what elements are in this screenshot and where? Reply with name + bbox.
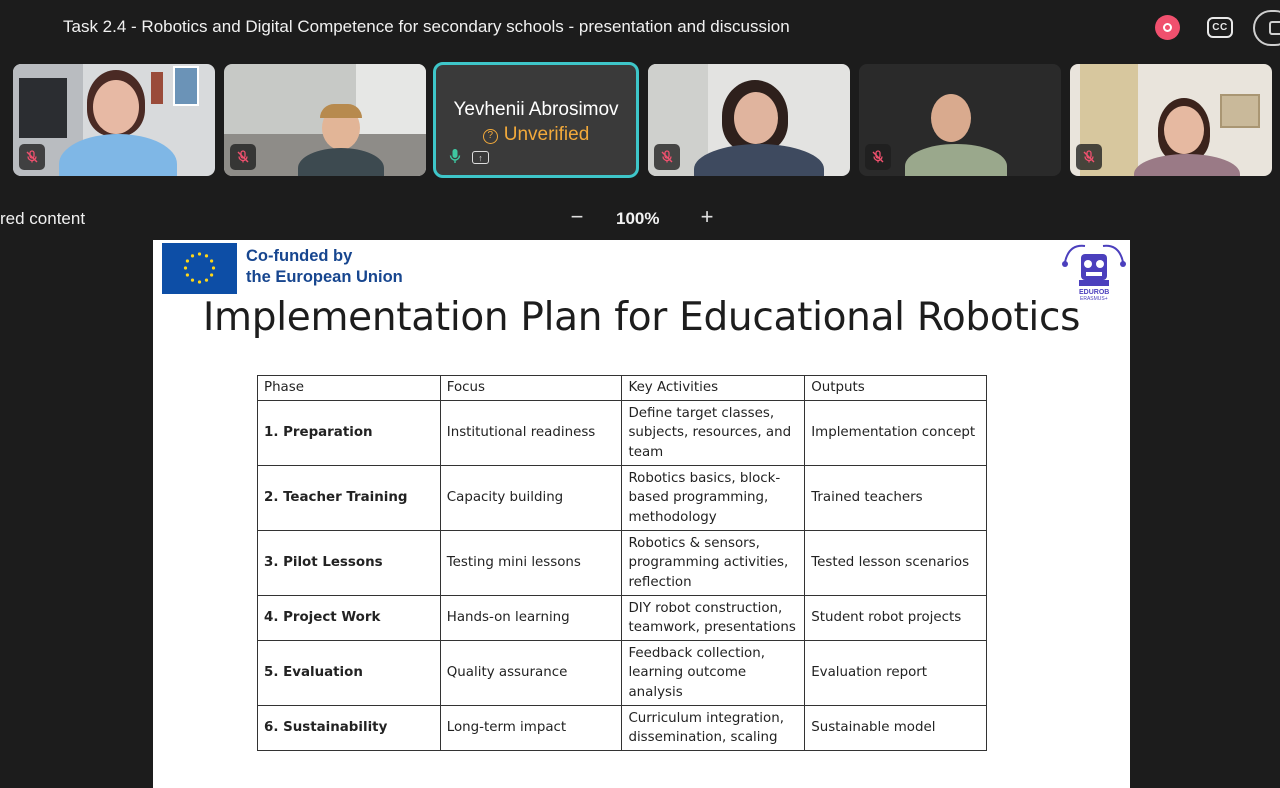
shared-slide: Co-funded by the European Union EDUROB E… (153, 240, 1130, 788)
person-torso (905, 144, 1007, 176)
table-row: 5. Evaluation Quality assurance Feedback… (257, 640, 987, 706)
person-head (931, 94, 971, 142)
mic-off-indicator (1076, 144, 1102, 170)
poster-shape (173, 66, 199, 106)
person-head (734, 92, 778, 144)
column-header: Focus (439, 375, 623, 401)
table-row: 6. Sustainability Long-term impact Curri… (257, 705, 987, 751)
table-row: 3. Pilot Lessons Testing mini lessons Ro… (257, 530, 987, 596)
focus-cell: Hands-on learning (439, 595, 623, 641)
question-icon: ? (482, 129, 498, 144)
participant-name: Yevhenii Abrosimov (453, 99, 619, 120)
zoom-in-button[interactable]: + (696, 204, 718, 230)
person-torso (694, 144, 824, 176)
table-row: 4. Project Work Hands-on learning DIY ro… (257, 595, 987, 641)
mic-off-indicator (230, 144, 256, 170)
phase-cell: 4. Project Work (257, 595, 441, 641)
participant-strip: Yevhenii Abrosimov ? Unverified ↑ (0, 62, 1280, 180)
eu-flag-icon (162, 243, 237, 294)
phase-cell: 3. Pilot Lessons (257, 530, 441, 596)
record-button[interactable] (1155, 15, 1180, 40)
mic-off-icon (237, 150, 249, 163)
phase-cell: 1. Preparation (257, 400, 441, 466)
participant-tile[interactable] (1070, 64, 1272, 176)
more-options-icon (1269, 21, 1280, 35)
activities-cell: DIY robot construction, teamwork, presen… (621, 595, 806, 641)
verification-status: ? Unverified (436, 124, 636, 146)
screen-share-icon: ↑ (472, 151, 489, 164)
funding-line-2: the European Union (246, 268, 403, 286)
column-header: Phase (257, 375, 441, 401)
participant-tile[interactable] (648, 64, 850, 176)
focus-cell: Institutional readiness (439, 400, 623, 466)
implementation-plan-table: Phase Focus Key Activities Outputs 1. Pr… (257, 375, 987, 751)
outputs-cell: Tested lesson scenarios (804, 530, 987, 596)
mic-off-indicator (865, 144, 891, 170)
outputs-cell: Evaluation report (804, 640, 987, 706)
record-icon (1163, 23, 1172, 32)
mic-off-indicator (654, 144, 680, 170)
person-torso (1134, 154, 1240, 176)
outputs-cell: Student robot projects (804, 595, 987, 641)
closed-captions-button[interactable]: CC (1207, 17, 1233, 38)
activities-cell: Robotics basics, block-based programming… (621, 465, 806, 531)
column-header: Key Activities (621, 375, 806, 401)
activities-cell: Define target classes, subjects, resourc… (621, 400, 806, 466)
focus-cell: Capacity building (439, 465, 623, 531)
closed-captions-icon: CC (1212, 22, 1228, 33)
funding-line-1: Co-funded by (246, 247, 353, 265)
unverified-label: Unverified (503, 124, 590, 145)
shared-content-label: red content (0, 209, 86, 228)
activities-cell: Curriculum integration, dissemination, s… (621, 705, 806, 751)
slide-title: Implementation Plan for Educational Robo… (202, 295, 1081, 340)
top-bar: Task 2.4 - Robotics and Digital Competen… (0, 0, 1280, 56)
focus-cell: Testing mini lessons (439, 530, 623, 596)
more-options-button[interactable] (1253, 10, 1280, 46)
mic-off-icon (661, 150, 673, 163)
phase-cell: 5. Evaluation (257, 640, 441, 706)
zoom-level: 100% (616, 209, 660, 228)
meeting-title: Task 2.4 - Robotics and Digital Competen… (63, 17, 790, 36)
focus-cell: Quality assurance (439, 640, 623, 706)
phase-cell: 6. Sustainability (257, 705, 441, 751)
participant-tile[interactable] (224, 64, 426, 176)
phase-cell: 2. Teacher Training (257, 465, 441, 531)
person-head (93, 80, 139, 134)
activities-cell: Robotics & sensors, programming activiti… (621, 530, 806, 596)
outputs-cell: Implementation concept (804, 400, 987, 466)
outputs-cell: Sustainable model (804, 705, 987, 751)
table-row: 1. Preparation Institutional readiness D… (257, 400, 987, 466)
person-head (1164, 106, 1204, 154)
table-row: 2. Teacher Training Capacity building Ro… (257, 465, 987, 531)
mic-off-icon (872, 150, 884, 163)
participant-tile[interactable] (859, 64, 1061, 176)
outputs-cell: Trained teachers (804, 465, 987, 531)
mic-off-indicator (19, 144, 45, 170)
mic-off-icon (26, 150, 38, 163)
table-header-row: Phase Focus Key Activities Outputs (257, 375, 987, 401)
window-shape (19, 78, 67, 138)
column-header: Outputs (804, 375, 987, 401)
mic-on-icon (449, 149, 461, 163)
mic-off-icon (1083, 150, 1095, 163)
funding-statement: Co-funded by the European Union (246, 246, 403, 288)
zoom-out-button[interactable]: − (566, 204, 588, 230)
participant-tile-active[interactable]: Yevhenii Abrosimov ? Unverified ↑ (433, 62, 639, 178)
participant-tile[interactable] (13, 64, 215, 176)
focus-cell: Long-term impact (439, 705, 623, 751)
activities-cell: Feedback collection, learning outcome an… (621, 640, 806, 706)
